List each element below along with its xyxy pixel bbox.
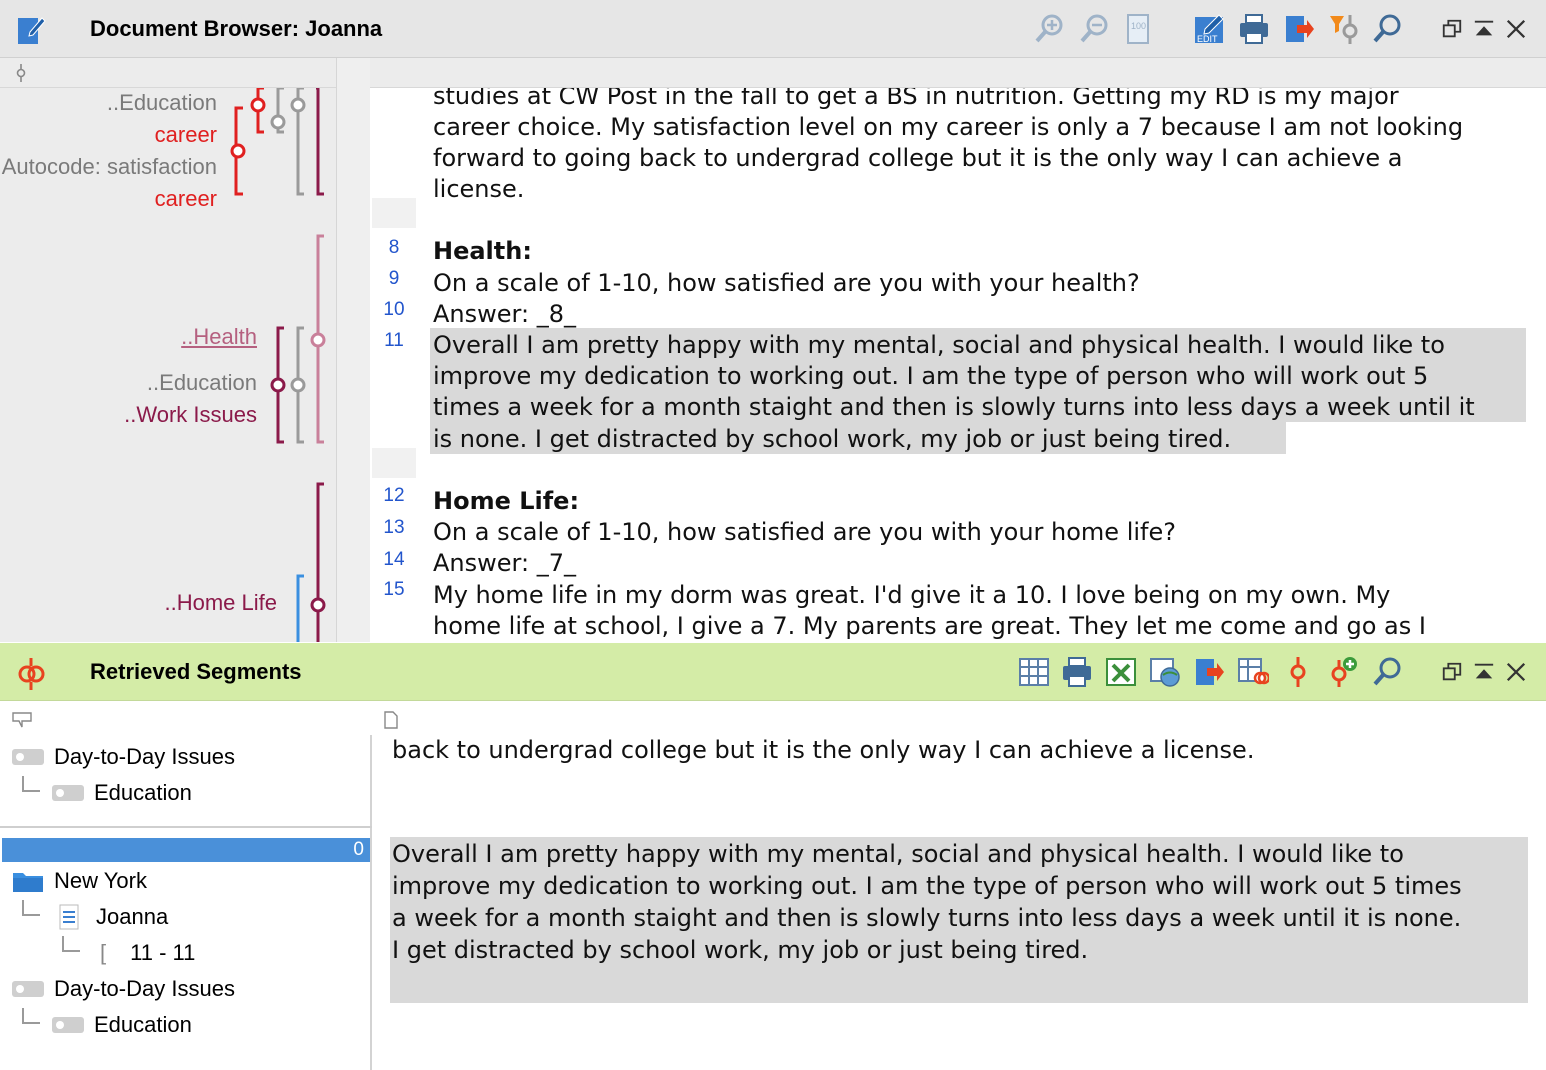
restore-icon[interactable] xyxy=(1440,655,1464,689)
line-number[interactable]: 13 xyxy=(370,517,418,539)
paragraph-line: On a scale of 1-10, how satisfied are yo… xyxy=(433,269,1140,297)
paragraph-line: studies at CW Post in the fall to get a … xyxy=(433,88,1399,110)
collapse-icon[interactable] xyxy=(1472,655,1496,689)
segment-text-2-line: Overall I am pretty happy with my mental… xyxy=(392,840,1404,868)
folder-name: New York xyxy=(54,868,147,893)
code-item-day-to-day-issues[interactable]: Day-to-Day Issues xyxy=(12,976,235,1002)
print-icon[interactable] xyxy=(1060,655,1094,689)
filter-icon[interactable] xyxy=(1327,12,1361,46)
paragraph-line: improve my dedication to working out. I … xyxy=(433,362,1429,390)
code-item-day-to-day-issues[interactable]: Day-to-Day Issues xyxy=(12,744,235,770)
paragraph-line: Answer: _8_ xyxy=(433,300,576,328)
edit-icon[interactable]: EDIT xyxy=(1192,12,1226,46)
paragraph-line: Overall I am pretty happy with my mental… xyxy=(433,331,1445,359)
print-icon[interactable] xyxy=(1237,12,1271,46)
svg-text:EDIT: EDIT xyxy=(1197,34,1218,44)
code-column-icon xyxy=(16,64,26,82)
retrieved-segments-titlebar: Retrieved Segments xyxy=(0,643,1546,701)
segment-text-1: back to undergrad college but it is the … xyxy=(392,736,1255,764)
table-icon[interactable] xyxy=(1017,655,1051,689)
code-tag-icon xyxy=(52,1017,84,1033)
code-tag-icon xyxy=(12,712,32,728)
document-browser-titlebar: Document Browser: Joanna 100 EDIT xyxy=(0,0,1546,58)
code-stripes xyxy=(230,88,326,642)
collapse-icon[interactable] xyxy=(1472,12,1496,46)
search-icon[interactable] xyxy=(1370,12,1404,46)
segment-text-2-line: improve my dedication to working out. I … xyxy=(392,872,1462,900)
line-number[interactable]: 10 xyxy=(370,299,418,321)
document-column-icon xyxy=(384,711,398,729)
paragraph-line: license. xyxy=(433,175,525,203)
document-item-joanna[interactable]: Joanna xyxy=(58,904,168,930)
close-icon[interactable] xyxy=(1504,655,1528,689)
paragraph-line: Answer: _7_ xyxy=(433,549,576,577)
document-edit-icon xyxy=(18,17,46,44)
retrieved-segments-title: Retrieved Segments xyxy=(90,659,302,684)
text-document-icon xyxy=(59,904,79,930)
section-heading: Home Life: xyxy=(433,487,580,515)
segment-position-item[interactable]: [ 11 - 11 xyxy=(100,940,195,966)
segment-count-bar: 0 xyxy=(2,838,370,862)
web-export-icon[interactable] xyxy=(1148,655,1182,689)
code-stripes-gutter: ..Education career Autocode: satisfactio… xyxy=(0,88,336,642)
svg-text:100: 100 xyxy=(1131,21,1146,31)
code-icon[interactable] xyxy=(1281,655,1315,689)
close-icon[interactable] xyxy=(1504,12,1528,46)
add-code-icon[interactable] xyxy=(1325,655,1359,689)
code-name: Day-to-Day Issues xyxy=(54,744,235,769)
document-text-area[interactable]: studies at CW Post in the fall to get a … xyxy=(418,88,1546,642)
folder-item-new-york[interactable]: New York xyxy=(12,868,147,894)
folder-icon xyxy=(13,873,43,892)
paragraph-line: is none. I get distracted by school work… xyxy=(433,425,1232,453)
segment-position: 11 - 11 xyxy=(130,940,196,965)
line-number[interactable]: 15 xyxy=(370,579,418,601)
font-size-icon[interactable]: 100 xyxy=(1121,12,1155,46)
code-name: Education xyxy=(94,780,192,805)
code-tag-icon xyxy=(52,785,84,801)
paragraph-line: forward to going back to undergrad colle… xyxy=(433,144,1403,172)
line-number[interactable]: 9 xyxy=(370,268,418,290)
zoom-out-icon[interactable] xyxy=(1077,12,1111,46)
zoom-in-icon[interactable] xyxy=(1032,12,1066,46)
paragraph-line: career choice. My satisfaction level on … xyxy=(433,113,1464,141)
segment-text-2-line: a week for a month staight and then is s… xyxy=(392,904,1462,932)
document-browser-window: Document Browser: Joanna 100 EDIT ..Educ… xyxy=(0,0,1546,642)
paragraph-line: home life at school, I give a 7. My pare… xyxy=(433,612,1426,640)
line-numbers: 8 9 10 11 12 13 14 15 xyxy=(370,88,418,642)
retrieved-segments-icon xyxy=(18,658,45,690)
segment-text-2-line: I get distracted by school work, my job … xyxy=(392,936,1089,964)
code-tag-icon xyxy=(12,981,44,997)
line-number[interactable]: 14 xyxy=(370,549,418,571)
segments-column-header xyxy=(0,705,1546,735)
paragraph-line: My home life in my dorm was great. I'd g… xyxy=(433,581,1391,609)
export-icon[interactable] xyxy=(1192,655,1226,689)
code-name: Education xyxy=(94,1012,192,1037)
document-browser-title: Document Browser: Joanna xyxy=(90,16,383,41)
table-codes-icon[interactable] xyxy=(1236,655,1270,689)
code-item-education[interactable]: Education xyxy=(52,1012,192,1038)
search-icon[interactable] xyxy=(1370,655,1404,689)
gutter-divider xyxy=(336,58,370,642)
excel-icon[interactable] xyxy=(1104,655,1138,689)
section-heading: Health: xyxy=(433,237,532,265)
line-number[interactable]: 12 xyxy=(370,485,418,507)
segment-count: 0 xyxy=(353,839,364,860)
restore-icon[interactable] xyxy=(1440,12,1464,46)
segment-bracket-icon: [ xyxy=(100,940,107,965)
code-tag-icon xyxy=(12,749,44,765)
code-item-education[interactable]: Education xyxy=(52,780,192,806)
paragraph-line: On a scale of 1-10, how satisfied are yo… xyxy=(433,518,1176,546)
export-icon[interactable] xyxy=(1282,12,1316,46)
code-name: Day-to-Day Issues xyxy=(54,976,235,1001)
line-number[interactable]: 8 xyxy=(370,237,418,259)
document-column-header xyxy=(0,58,1546,88)
paragraph-line: times a week for a month staight and the… xyxy=(433,393,1475,421)
line-number[interactable]: 11 xyxy=(370,330,418,352)
document-name: Joanna xyxy=(96,904,169,929)
